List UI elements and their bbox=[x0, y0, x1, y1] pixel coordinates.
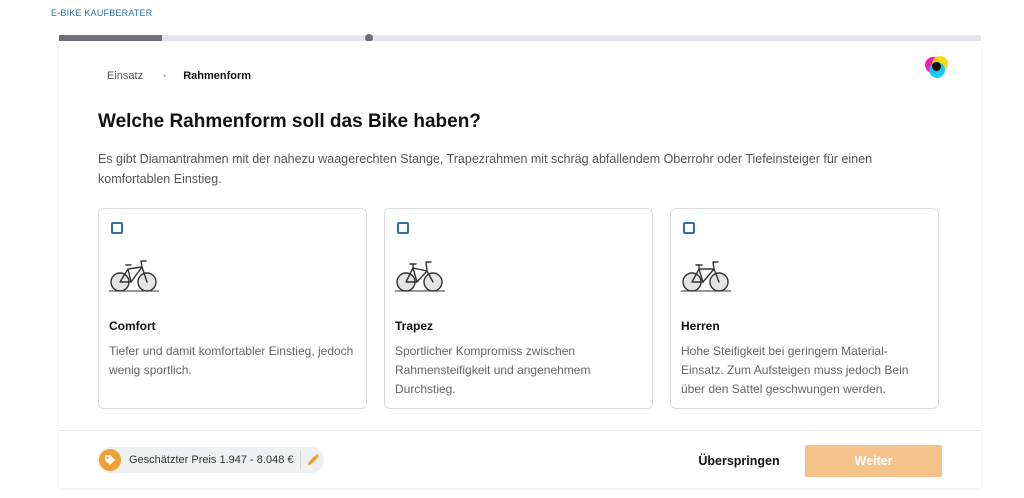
pill-divider bbox=[300, 451, 302, 469]
option-title-trapez: Trapez bbox=[395, 319, 434, 333]
app-title: E-BIKE KAUFBERATER bbox=[51, 8, 153, 18]
breadcrumb-item-rahmenform: Rahmenform bbox=[183, 70, 252, 82]
option-checkbox-herren[interactable] bbox=[683, 222, 695, 234]
edit-pencil-icon[interactable] bbox=[306, 453, 320, 467]
option-checkbox-comfort[interactable] bbox=[111, 222, 123, 234]
option-card-herren[interactable]: Herren Hohe Steifigkeit bei geringem Mat… bbox=[670, 208, 939, 409]
option-title-comfort: Comfort bbox=[109, 319, 156, 333]
herren-bike-icon bbox=[681, 261, 731, 292]
option-card-trapez[interactable]: Trapez Sportlicher Kompromiss zwischen R… bbox=[384, 208, 653, 409]
breadcrumb-item-einsatz[interactable]: Einsatz bbox=[107, 70, 143, 82]
question-title: Welche Rahmenform soll das Bike haben? bbox=[98, 111, 481, 132]
comfort-bike-icon bbox=[109, 260, 159, 292]
wizard-card: Einsatz • Rahmenform Welche Rahmenform s… bbox=[59, 41, 981, 488]
wizard-footer: Geschätzter Preis 1.947 - 8.048 € Übersp… bbox=[59, 430, 981, 489]
price-estimate-pill: Geschätzter Preis 1.947 - 8.048 € bbox=[97, 447, 324, 473]
option-checkbox-trapez[interactable] bbox=[397, 222, 409, 234]
price-tag-icon bbox=[99, 449, 121, 471]
skip-button[interactable]: Überspringen bbox=[683, 445, 795, 477]
trapez-bike-icon bbox=[395, 261, 445, 292]
breadcrumb: Einsatz • Rahmenform bbox=[107, 70, 251, 82]
option-card-comfort[interactable]: Comfort Tiefer und damit komfortabler Ei… bbox=[98, 208, 367, 409]
option-description-trapez: Sportlicher Kompromiss zwischen Rahmenst… bbox=[395, 344, 591, 396]
question-description: Es gibt Diamantrahmen mit der nahezu waa… bbox=[98, 152, 873, 186]
next-button[interactable]: Weiter bbox=[805, 445, 942, 477]
brand-logo-icon bbox=[925, 56, 948, 78]
option-description-comfort: Tiefer und damit komfortabler Einstieg, … bbox=[109, 344, 354, 377]
option-title-herren: Herren bbox=[681, 319, 720, 333]
price-estimate-text: Geschätzter Preis 1.947 - 8.048 € bbox=[129, 454, 294, 466]
option-description-herren: Hohe Steifigkeit bei geringem Material-E… bbox=[681, 344, 909, 396]
breadcrumb-separator: • bbox=[163, 71, 167, 81]
